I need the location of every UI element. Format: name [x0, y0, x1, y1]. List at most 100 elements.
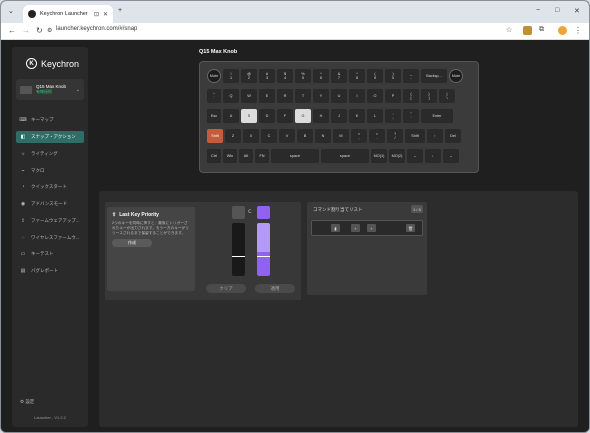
- close-button[interactable]: ✕: [574, 7, 580, 15]
- key[interactable]: ! 1: [223, 69, 239, 83]
- key[interactable]: @ 2: [241, 69, 257, 83]
- profile-avatar[interactable]: [558, 26, 567, 35]
- key[interactable]: V: [279, 129, 295, 143]
- key[interactable]: % 5: [295, 69, 311, 83]
- key[interactable]: ) 0: [385, 69, 401, 83]
- key[interactable]: Del: [445, 129, 461, 143]
- key[interactable]: T: [295, 89, 311, 103]
- key[interactable]: Z: [225, 129, 241, 143]
- key[interactable]: > .: [369, 129, 385, 143]
- key[interactable]: Shift: [405, 129, 425, 143]
- key[interactable]: L: [367, 109, 383, 123]
- key[interactable]: Ctrl: [207, 149, 221, 163]
- last-key-priority-card[interactable]: ⇧ Last Key Priority 2つのキーを同時に押すと、最後にトリガーさ…: [107, 207, 195, 291]
- key[interactable]: X: [243, 129, 259, 143]
- extensions-puzzle-icon[interactable]: ⧉: [539, 26, 544, 34]
- sidebar-item-2[interactable]: ☼ ライティング: [16, 148, 84, 160]
- browser-tab[interactable]: Keychron Launcher ⊡ ✕: [23, 5, 113, 23]
- command-key-slot[interactable]: ▮: [331, 224, 340, 232]
- key[interactable]: # 3: [259, 69, 275, 83]
- key[interactable]: Shift: [207, 129, 223, 143]
- sidebar-item-9[interactable]: ▤ バグレポート: [16, 265, 84, 277]
- back-icon[interactable]: ←: [8, 26, 16, 35]
- command-add-slot-a[interactable]: +: [351, 224, 360, 232]
- key[interactable]: * 8: [349, 69, 365, 83]
- key[interactable]: ~ `: [207, 89, 221, 103]
- key[interactable]: H: [313, 109, 329, 123]
- sidebar-item-3[interactable]: ⌁ マクロ: [16, 165, 84, 177]
- key[interactable]: D: [259, 109, 275, 123]
- key[interactable]: MO(2): [389, 149, 405, 163]
- key[interactable]: J: [331, 109, 347, 123]
- key[interactable]: Enter: [421, 109, 453, 123]
- sidebar-item-7[interactable]: ◌ ワイヤレスファームウ...: [16, 232, 84, 244]
- tab-close-icon[interactable]: ✕: [103, 11, 108, 18]
- key[interactable]: E: [259, 89, 275, 103]
- key[interactable]: MO(1): [371, 149, 387, 163]
- key[interactable]: space: [271, 149, 319, 163]
- key[interactable]: U: [331, 89, 347, 103]
- create-button[interactable]: 作成: [112, 239, 152, 248]
- key[interactable]: _ -: [403, 69, 419, 83]
- apply-button[interactable]: 適用: [255, 284, 295, 293]
- key[interactable]: B: [297, 129, 313, 143]
- key[interactable]: } ]: [421, 89, 437, 103]
- key-slot-b[interactable]: [257, 206, 270, 219]
- sidebar-item-6[interactable]: ⇪ ファームウェアアップ...: [16, 215, 84, 227]
- key[interactable]: { [: [403, 89, 419, 103]
- key-slot-a[interactable]: [232, 206, 245, 219]
- maximize-button[interactable]: □: [555, 7, 559, 14]
- key[interactable]: N: [315, 129, 331, 143]
- key[interactable]: ←: [407, 149, 423, 163]
- key[interactable]: space: [321, 149, 369, 163]
- key[interactable]: O: [367, 89, 383, 103]
- key[interactable]: ↓: [425, 149, 441, 163]
- key[interactable]: Q: [223, 89, 239, 103]
- minimize-button[interactable]: −: [536, 7, 540, 14]
- key[interactable]: I: [349, 89, 365, 103]
- key[interactable]: FN: [255, 149, 269, 163]
- key[interactable]: $ 4: [277, 69, 293, 83]
- key-a-travel-bar[interactable]: [232, 223, 245, 276]
- key[interactable]: Backsp...: [421, 69, 447, 83]
- key[interactable]: ↑: [427, 129, 443, 143]
- key[interactable]: " ': [403, 109, 419, 123]
- key[interactable]: Esc: [207, 109, 221, 123]
- key[interactable]: ? /: [387, 129, 403, 143]
- browser-menu-icon[interactable]: ⋮: [574, 26, 582, 35]
- new-tab-button[interactable]: +: [118, 7, 122, 14]
- key[interactable]: R: [277, 89, 293, 103]
- sidebar-item-8[interactable]: ▭ キーテスト: [16, 248, 84, 260]
- clear-button[interactable]: クリア: [206, 284, 246, 293]
- key[interactable]: G: [295, 109, 311, 123]
- sidebar-item-4[interactable]: ◔ クイックスタート: [16, 181, 84, 193]
- key-b-travel-bar[interactable]: [257, 223, 270, 276]
- key[interactable]: ( 9: [367, 69, 383, 83]
- key[interactable]: W: [241, 89, 257, 103]
- key[interactable]: M: [333, 129, 349, 143]
- key[interactable]: K: [349, 109, 365, 123]
- key[interactable]: ^ 6: [313, 69, 329, 83]
- key[interactable]: & 7: [331, 69, 347, 83]
- sidebar-item-5[interactable]: ◉ アドバンスモード: [16, 198, 84, 210]
- key[interactable]: Mute: [449, 69, 463, 83]
- settings-link[interactable]: ⚙ 設定: [20, 399, 34, 405]
- key[interactable]: F: [277, 109, 293, 123]
- key[interactable]: P: [385, 89, 401, 103]
- key[interactable]: Alt: [239, 149, 253, 163]
- site-info-icon[interactable]: ⚙: [47, 27, 52, 34]
- sidebar-item-1[interactable]: ◧ スナップ・アクション: [16, 131, 84, 143]
- key[interactable]: < ,: [351, 129, 367, 143]
- key[interactable]: Win: [223, 149, 237, 163]
- key[interactable]: S: [241, 109, 257, 123]
- sidebar-item-0[interactable]: ⌨ キーマップ: [16, 114, 84, 126]
- key[interactable]: Mute: [207, 69, 221, 83]
- extension-icon[interactable]: [523, 26, 532, 35]
- command-add-slot-b[interactable]: +: [367, 224, 376, 232]
- reload-icon[interactable]: ↻: [36, 26, 43, 35]
- tab-search-icon[interactable]: ⌄: [8, 7, 14, 15]
- key[interactable]: A: [223, 109, 239, 123]
- url-field[interactable]: launcher.keychron.com/#/snap: [56, 26, 137, 32]
- bookmark-star-icon[interactable]: ☆: [506, 26, 512, 34]
- key[interactable]: →: [443, 149, 459, 163]
